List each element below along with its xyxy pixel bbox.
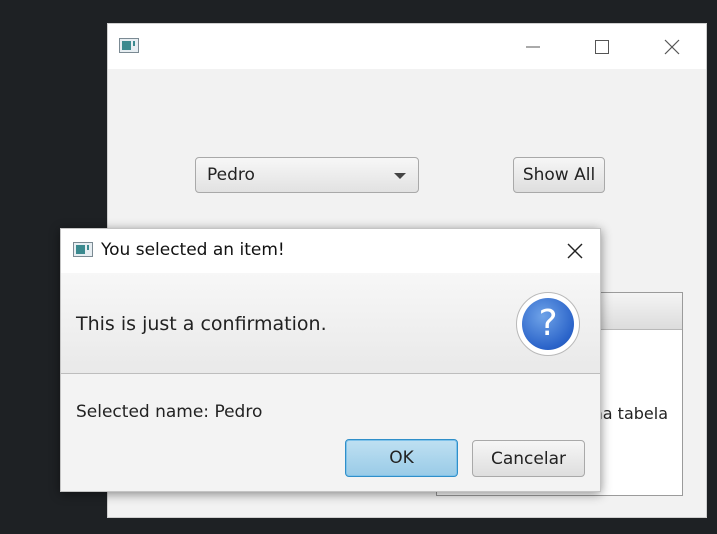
cancel-button[interactable]: Cancelar bbox=[472, 440, 585, 477]
dialog-titlebar: You selected an item! bbox=[61, 229, 600, 273]
dialog-close-button[interactable] bbox=[562, 239, 588, 263]
confirmation-dialog: You selected an item! This is just a con… bbox=[60, 228, 601, 492]
ok-button[interactable]: OK bbox=[345, 439, 458, 477]
dialog-title: You selected an item! bbox=[101, 240, 285, 260]
main-window-titlebar bbox=[108, 24, 706, 69]
dialog-header-text: This is just a confirmation. bbox=[76, 313, 327, 335]
show-all-button[interactable]: Show All bbox=[513, 157, 605, 193]
minimize-button[interactable] bbox=[517, 34, 549, 60]
dialog-content-text: Selected name: Pedro bbox=[76, 402, 263, 422]
app-icon bbox=[119, 38, 139, 53]
ok-button-label: OK bbox=[389, 448, 414, 468]
show-all-label: Show All bbox=[522, 165, 596, 185]
name-combobox[interactable]: Pedro bbox=[195, 157, 419, 193]
cancel-button-label: Cancelar bbox=[491, 448, 566, 469]
minimize-icon bbox=[526, 46, 540, 48]
close-icon bbox=[664, 39, 680, 55]
close-icon bbox=[567, 243, 583, 259]
dialog-header: This is just a confirmation. ? bbox=[61, 273, 600, 374]
chevron-down-icon bbox=[394, 173, 406, 179]
question-icon: ? bbox=[516, 292, 580, 356]
close-button[interactable] bbox=[656, 34, 688, 60]
dialog-app-icon bbox=[73, 242, 93, 257]
combobox-value: Pedro bbox=[207, 165, 255, 185]
maximize-icon bbox=[595, 40, 609, 54]
maximize-button[interactable] bbox=[586, 34, 618, 60]
